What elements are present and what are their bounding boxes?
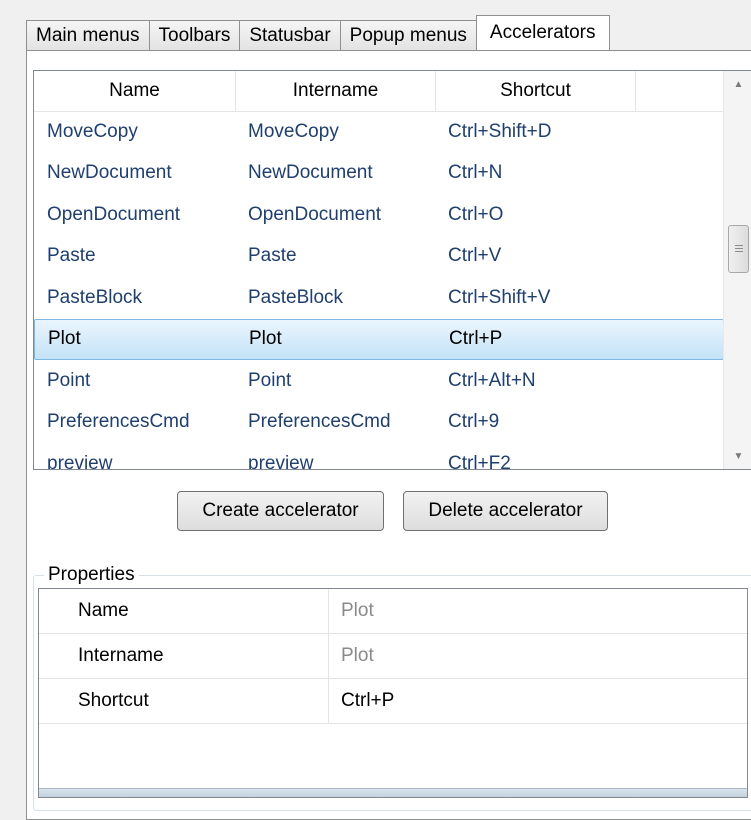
property-row-intername[interactable]: Intername Plot bbox=[39, 634, 747, 679]
row-shortcut-cell: Ctrl+Shift+V bbox=[448, 286, 551, 308]
list-row[interactable]: Paste Paste Ctrl+V bbox=[34, 236, 724, 278]
properties-group-title: Properties bbox=[44, 562, 139, 588]
list-header: Name Intername Shortcut bbox=[34, 71, 724, 112]
row-name-cell: NewDocument bbox=[47, 162, 172, 184]
column-header-empty bbox=[636, 71, 724, 111]
property-row-name[interactable]: Name Plot bbox=[39, 589, 747, 634]
list-row[interactable]: OpenDocument OpenDocument Ctrl+O bbox=[34, 194, 724, 236]
properties-grid-bottom-bar bbox=[39, 788, 747, 797]
grip-icon bbox=[734, 244, 743, 254]
accelerators-list[interactable]: Name Intername Shortcut MoveCopy MoveCop… bbox=[33, 70, 751, 470]
delete-accelerator-button[interactable]: Delete accelerator bbox=[403, 491, 608, 531]
row-name-cell: Paste bbox=[47, 245, 96, 267]
list-row[interactable]: PreferencesCmd PreferencesCmd Ctrl+9 bbox=[34, 402, 724, 444]
tab-strip: Main menus Toolbars Statusbar Popup menu… bbox=[26, 15, 610, 50]
row-name-cell: MoveCopy bbox=[47, 120, 138, 142]
row-intername-cell: OpenDocument bbox=[248, 203, 382, 225]
list-rows: MoveCopy MoveCopy Ctrl+Shift+D NewDocume… bbox=[34, 111, 724, 470]
scrollbar-thumb[interactable] bbox=[728, 225, 749, 273]
property-row-shortcut[interactable]: Shortcut Ctrl+P bbox=[39, 679, 747, 724]
scroll-down-arrow-icon[interactable]: ▼ bbox=[724, 443, 751, 469]
row-name-cell: Point bbox=[47, 369, 91, 391]
list-row[interactable]: MoveCopy MoveCopy Ctrl+Shift+D bbox=[34, 111, 724, 153]
row-shortcut-cell: Ctrl+P bbox=[449, 328, 503, 350]
row-shortcut-cell: Ctrl+Shift+D bbox=[448, 120, 552, 142]
list-row[interactable]: preview preview Ctrl+F2 bbox=[34, 443, 724, 470]
row-intername-cell: Point bbox=[248, 369, 292, 391]
list-row[interactable]: Point Point Ctrl+Alt+N bbox=[34, 360, 724, 402]
scroll-up-arrow-icon[interactable]: ▲ bbox=[724, 71, 751, 97]
property-value: Plot bbox=[341, 645, 374, 666]
create-accelerator-button[interactable]: Create accelerator bbox=[177, 491, 384, 531]
row-intername-cell: Plot bbox=[249, 328, 282, 350]
row-shortcut-cell: Ctrl+O bbox=[448, 203, 504, 225]
property-label: Intername bbox=[39, 634, 329, 678]
row-shortcut-cell: Ctrl+N bbox=[448, 162, 503, 184]
row-name-cell: Plot bbox=[48, 328, 81, 350]
shortcut-value-field[interactable]: Ctrl+P bbox=[329, 690, 394, 712]
row-intername-cell: PasteBlock bbox=[248, 286, 344, 308]
row-shortcut-cell: Ctrl+9 bbox=[448, 411, 500, 433]
row-name-cell: OpenDocument bbox=[47, 203, 181, 225]
property-label: Name bbox=[39, 589, 329, 633]
row-name-cell: preview bbox=[47, 452, 113, 470]
row-shortcut-cell: Ctrl+V bbox=[448, 245, 502, 267]
tab-popup-menus[interactable]: Popup menus bbox=[339, 20, 477, 50]
list-row[interactable]: PasteBlock PasteBlock Ctrl+Shift+V bbox=[34, 277, 724, 319]
column-header-intername[interactable]: Intername bbox=[236, 71, 436, 111]
property-label: Shortcut bbox=[39, 679, 329, 723]
row-intername-cell: MoveCopy bbox=[248, 120, 339, 142]
row-shortcut-cell: Ctrl+Alt+N bbox=[448, 369, 536, 391]
column-header-name[interactable]: Name bbox=[34, 71, 236, 111]
tab-main-menus[interactable]: Main menus bbox=[26, 20, 150, 50]
row-intername-cell: Paste bbox=[248, 245, 297, 267]
properties-grid[interactable]: Name Plot Intername Plot Shortcut Ctrl+P bbox=[38, 588, 748, 798]
property-value: Plot bbox=[341, 600, 374, 621]
row-name-cell: PasteBlock bbox=[47, 286, 143, 308]
row-name-cell: PreferencesCmd bbox=[47, 411, 190, 433]
tab-toolbars[interactable]: Toolbars bbox=[148, 20, 241, 50]
list-vertical-scrollbar[interactable]: ▲ ▼ bbox=[723, 71, 751, 469]
row-intername-cell: PreferencesCmd bbox=[248, 411, 391, 433]
row-intername-cell: NewDocument bbox=[248, 162, 373, 184]
column-header-shortcut[interactable]: Shortcut bbox=[436, 71, 636, 111]
list-row[interactable]: NewDocument NewDocument Ctrl+N bbox=[34, 153, 724, 195]
tab-accelerators[interactable]: Accelerators bbox=[475, 15, 610, 50]
tab-statusbar[interactable]: Statusbar bbox=[239, 20, 341, 50]
row-shortcut-cell: Ctrl+F2 bbox=[448, 452, 511, 470]
row-intername-cell: preview bbox=[248, 452, 314, 470]
list-row-selected[interactable]: Plot Plot Ctrl+P bbox=[34, 318, 724, 360]
